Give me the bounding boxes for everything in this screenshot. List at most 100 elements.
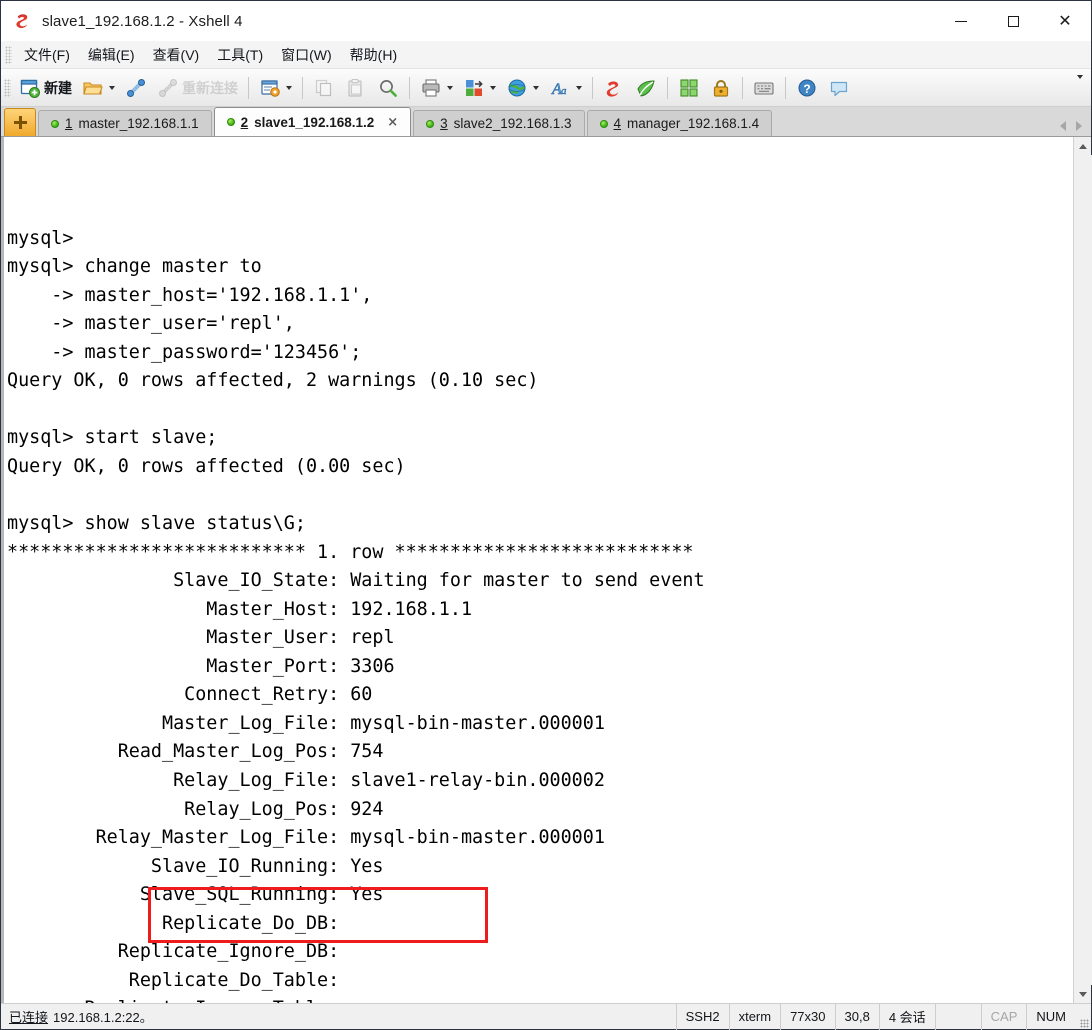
status-dot-icon [51, 119, 59, 128]
globe-icon [506, 77, 528, 99]
transfer-button[interactable] [458, 73, 501, 103]
font-icon: A a [549, 77, 571, 99]
tab-number: 3 [440, 116, 448, 131]
arrange-button[interactable] [673, 73, 705, 103]
terminal-line: Connect_Retry: 60 [7, 684, 373, 706]
feedback-button[interactable] [823, 73, 855, 103]
status-num-lock: NUM [1026, 1003, 1075, 1030]
menu-tools[interactable]: 工具(T) [208, 42, 272, 68]
file-transfer-icon [463, 77, 485, 99]
lock-button[interactable] [705, 73, 737, 103]
keyboard-button[interactable] [748, 73, 780, 103]
tab-slave1-192-168-1-2[interactable]: 2 slave1_192.168.1.2 × [213, 107, 412, 136]
minimize-button[interactable] [935, 1, 987, 41]
font-button[interactable]: A a [544, 73, 587, 103]
keyboard-icon [753, 77, 775, 99]
connect-button[interactable] [120, 73, 152, 103]
paste-button[interactable] [340, 73, 372, 103]
terminal-output[interactable]: mysql> mysql> change master to -> master_… [1, 137, 1073, 1003]
chat-bubble-icon [828, 77, 850, 99]
terminal-line: Read_Master_Log_Pos: 754 [7, 741, 384, 763]
disconnect-link-icon [157, 77, 179, 99]
terminal-line: Master_User: repl [7, 627, 395, 649]
reconnect-label: 重新连接 [182, 79, 238, 96]
status-dot-icon [426, 119, 435, 128]
disconnect-button[interactable]: 重新连接 [152, 73, 243, 103]
tab-manager-192-168-1-4[interactable]: 4 manager_192.168.1.4 [586, 110, 773, 136]
window-title: slave1_192.168.1.2 - Xshell 4 [42, 12, 243, 30]
folder-open-icon [82, 77, 104, 99]
status-terminal-size: 77x30 [780, 1003, 834, 1030]
open-session-button[interactable] [77, 73, 120, 103]
scrollbar-track[interactable] [1073, 155, 1092, 985]
chevron-down-icon [447, 85, 453, 90]
resize-grip[interactable] [1075, 1004, 1091, 1030]
chevron-left-icon[interactable] [1060, 121, 1066, 131]
status-cursor-position: 30,8 [834, 1003, 879, 1030]
menu-edit[interactable]: 编辑(E) [79, 42, 144, 68]
vertical-scrollbar[interactable] [1073, 137, 1092, 1003]
xftp-button[interactable] [630, 73, 662, 103]
scroll-up-button[interactable] [1074, 137, 1092, 155]
tab-label: master_192.168.1.1 [78, 116, 199, 131]
connection-status: 已连接 192.168.1.2:22。 [1, 1004, 161, 1030]
title-bar: slave1_192.168.1.2 - Xshell 4 ✕ [1, 1, 1091, 41]
toolbar-separator [785, 76, 786, 99]
scroll-down-button[interactable] [1074, 985, 1092, 1003]
find-button[interactable] [372, 73, 404, 103]
terminal-line: Replicate_Ignore_DB: [7, 941, 340, 963]
tab-label: manager_192.168.1.4 [627, 116, 760, 131]
xshell-window: slave1_192.168.1.2 - Xshell 4 ✕ 文件(F) 编辑… [0, 0, 1092, 1030]
tab-number: 1 [65, 116, 73, 131]
chevron-down-icon [490, 85, 496, 90]
terminal-line: mysql> change master to [7, 256, 262, 278]
copy-button[interactable] [308, 73, 340, 103]
menu-help[interactable]: 帮助(H) [341, 42, 406, 68]
chevron-down-icon [576, 85, 582, 90]
terminal-line: Master_Port: 3306 [7, 655, 395, 677]
menu-drag-grip[interactable] [5, 45, 12, 64]
toolbar-drag-grip[interactable] [4, 78, 11, 97]
maximize-button[interactable] [987, 1, 1039, 41]
terminal-line: Replicate_Do_Table: [7, 969, 340, 991]
terminal-left-margin [1, 137, 4, 1003]
title-bar-left: slave1_192.168.1.2 - Xshell 4 [1, 11, 243, 31]
menu-window[interactable]: 窗口(W) [272, 42, 341, 68]
terminal-line: Master_Log_File: mysql-bin-master.000001 [7, 712, 605, 734]
status-emulation: xterm [728, 1003, 781, 1030]
minimize-icon [955, 20, 967, 22]
terminal-line: -> master_user='repl', [7, 313, 295, 335]
tab-master-192-168-1-1[interactable]: 1 master_192.168.1.1 [38, 110, 212, 136]
chevron-right-icon[interactable] [1076, 121, 1082, 131]
session-properties-button[interactable] [254, 73, 297, 103]
new-tab-button[interactable] [4, 108, 36, 136]
browser-button[interactable] [501, 73, 544, 103]
printer-icon [420, 77, 442, 99]
tab-slave2-192-168-1-3[interactable]: 3 slave2_192.168.1.3 [413, 110, 585, 136]
print-button[interactable] [415, 73, 458, 103]
help-button[interactable]: ? [791, 73, 823, 103]
chevron-down-icon [286, 85, 292, 90]
terminal-line: Slave_IO_State: Waiting for master to se… [7, 570, 705, 592]
new-session-button[interactable]: 新建 [14, 73, 77, 103]
terminal-line: Query OK, 0 rows affected, 2 warnings (0… [7, 370, 539, 392]
tab-number: 2 [240, 114, 249, 130]
status-bar: 已连接 192.168.1.2:22。 SSH2 xterm 77x30 30,… [1, 1003, 1091, 1030]
toolbar-overflow-button[interactable] [1075, 74, 1083, 97]
xshell-button[interactable] [598, 73, 630, 103]
menu-file[interactable]: 文件(F) [15, 42, 79, 68]
connection-status-label: 已连接 [9, 1010, 49, 1025]
connect-link-icon [125, 77, 147, 99]
terminal-line: -> master_password='123456'; [7, 341, 362, 363]
tab-navigation [1060, 121, 1091, 136]
window-controls: ✕ [935, 1, 1091, 41]
toolbar-separator [667, 76, 668, 99]
close-button[interactable]: ✕ [1039, 1, 1091, 41]
terminal-line: -> master_host='192.168.1.1', [7, 284, 373, 306]
tab-close-button[interactable]: × [387, 116, 398, 129]
terminal-line: Slave_IO_Running: Yes [7, 855, 384, 877]
svg-text:?: ? [803, 82, 810, 96]
menu-view[interactable]: 查看(V) [144, 42, 209, 68]
